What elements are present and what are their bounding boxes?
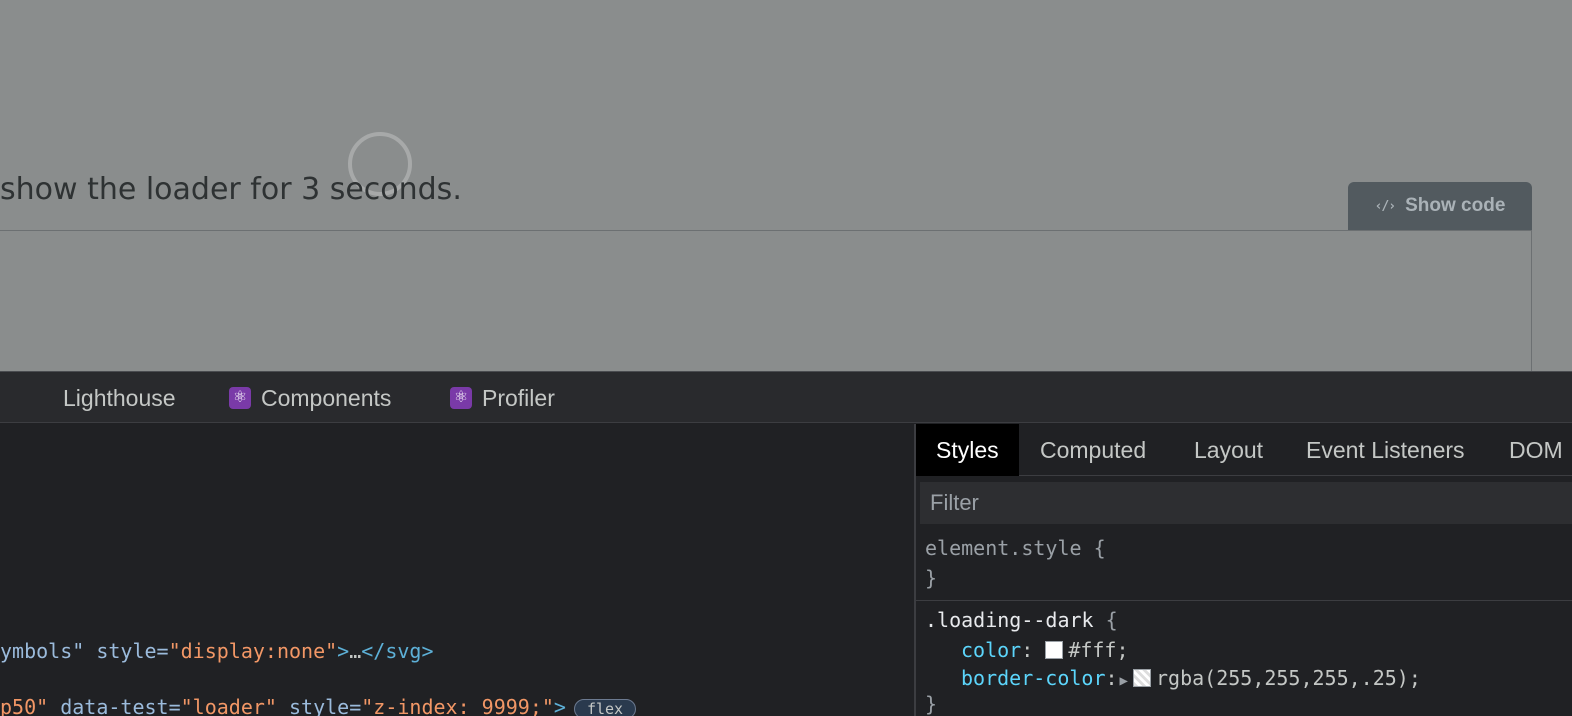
flex-badge[interactable]: flex [573, 698, 637, 716]
show-code-button[interactable]: ‹/› Show code [1348, 182, 1532, 230]
rule-open-brace: { [1105, 608, 1118, 632]
show-code-label: Show code [1405, 195, 1506, 216]
color-swatch[interactable] [1132, 669, 1151, 687]
subtab-styles[interactable]: Styles [916, 424, 1019, 476]
subtab-dom[interactable]: DOM [1509, 424, 1563, 476]
react-icon: ⚛ [450, 387, 472, 409]
tab-label: Lighthouse [63, 384, 176, 411]
tab-label: Profiler [482, 384, 555, 411]
elements-tree[interactable]: ymbols" style="display:none">…</svg> p50… [0, 424, 914, 716]
color-swatch[interactable] [1045, 641, 1064, 659]
tab-components[interactable]: ⚛ Components [229, 372, 391, 424]
element-style-close: } [925, 566, 938, 590]
subtab-computed[interactable]: Computed [1040, 424, 1146, 476]
rule-selector: .loading--dark [925, 608, 1094, 632]
styles-filter-input[interactable] [920, 482, 1572, 524]
dom-node-svg-symbols[interactable]: ymbols" style="display:none">…</svg> [0, 639, 434, 663]
dom-node-loader[interactable]: p50" data-test="loader" style="z-index: … [0, 695, 637, 716]
react-icon: ⚛ [229, 387, 251, 409]
styles-sidebar: Styles Computed Layout Event Listeners D… [914, 424, 1572, 716]
page-preview: show the loader for 3 seconds. ‹/› Show … [0, 0, 1572, 371]
code-icon: ‹/› [1374, 198, 1397, 214]
rule-close-brace: } [925, 692, 938, 716]
expand-triangle-icon[interactable]: ▶ [1120, 673, 1128, 689]
rule-divider [916, 600, 1572, 601]
helper-text: show the loader for 3 seconds. [0, 172, 462, 207]
border-color-declaration[interactable]: border-color: ▶ rgba(255,255,255,.25); [961, 666, 1421, 690]
demo-box [0, 230, 1532, 371]
border-color-value: rgba(255,255,255,.25); [1155, 666, 1421, 690]
rule-selector-line[interactable]: .loading--dark { [925, 608, 1118, 632]
devtools-panel: Lighthouse ⚛ Components ⚛ Profiler ymbol… [0, 371, 1572, 716]
color-declaration[interactable]: color: #fff; [961, 638, 1129, 662]
color-property: color [961, 638, 1022, 662]
subtab-layout[interactable]: Layout [1194, 424, 1263, 476]
tab-lighthouse[interactable]: Lighthouse [63, 372, 176, 424]
tab-profiler[interactable]: ⚛ Profiler [450, 372, 555, 424]
sidebar-subtabs: Styles Computed Layout Event Listeners D… [916, 424, 1572, 476]
devtools-tabbar: Lighthouse ⚛ Components ⚛ Profiler [0, 371, 1572, 423]
color-value: #fff; [1068, 638, 1129, 662]
border-color-property: border-color [961, 666, 1106, 690]
element-style-selector[interactable]: element.style { [925, 536, 1106, 560]
tab-label: Components [261, 384, 392, 411]
subtab-event-listeners[interactable]: Event Listeners [1306, 424, 1465, 476]
